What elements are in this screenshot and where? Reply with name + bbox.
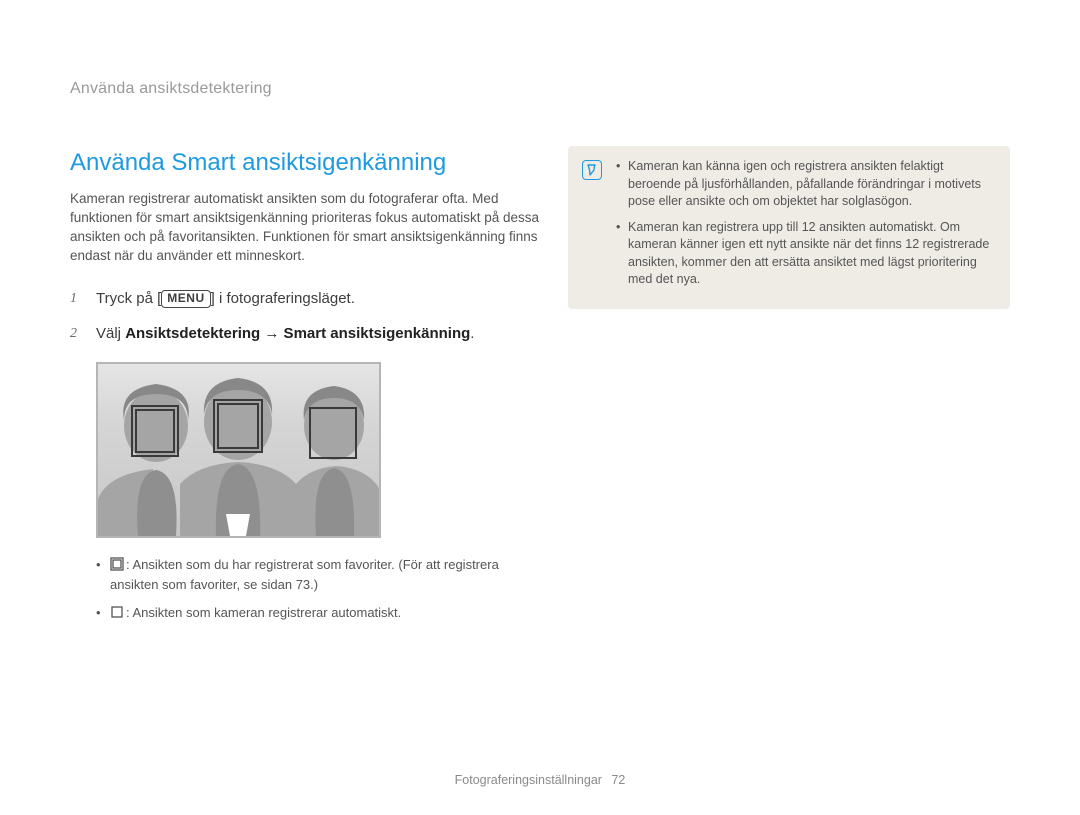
legend-item-favorite: : Ansikten som du har registrerat som fa…	[96, 556, 540, 594]
note-icon	[582, 160, 602, 180]
legend-item-auto-text: : Ansikten som kameran registrerar autom…	[126, 605, 401, 620]
footer: Fotograferingsinställningar 72	[0, 772, 1080, 790]
menu-button-label: MENU	[161, 290, 210, 308]
auto-frame-icon	[110, 605, 124, 624]
step-1-pre: Tryck på [	[96, 290, 161, 307]
note-item-1: Kameran kan känna igen och registrera an…	[616, 158, 994, 211]
step-1-post: ] i fotograferingsläget.	[211, 290, 355, 307]
illustration	[96, 362, 381, 538]
step-1: Tryck på [MENU] i fotograferingsläget.	[70, 288, 540, 309]
legend-list: : Ansikten som du har registrerat som fa…	[70, 556, 540, 625]
step-2-post: .	[470, 325, 474, 342]
left-column: Använda Smart ansiktsigenkänning Kameran…	[70, 146, 540, 634]
section-title: Använda Smart ansiktsigenkänning	[70, 146, 540, 180]
right-column: Kameran kan känna igen och registrera an…	[568, 146, 1010, 309]
legend-item-favorite-text: : Ansikten som du har registrerat som fa…	[110, 557, 499, 592]
page-number: 72	[611, 773, 625, 787]
illustration-svg	[98, 364, 379, 536]
intro-paragraph: Kameran registrerar automatiskt ansikten…	[70, 190, 540, 266]
step-2: Välj Ansiktsdetektering → Smart ansiktsi…	[70, 323, 540, 344]
content-columns: Använda Smart ansiktsigenkänning Kameran…	[70, 146, 1010, 634]
step-2-pre: Välj	[96, 325, 125, 342]
note-box: Kameran kan känna igen och registrera an…	[568, 146, 1010, 309]
step-2-bold: Ansiktsdetektering → Smart ansiktsigenkä…	[125, 325, 470, 342]
breadcrumb: Använda ansiktsdetektering	[70, 78, 1010, 100]
footer-label: Fotograferingsinställningar	[455, 773, 602, 787]
favorite-frame-icon	[110, 557, 124, 576]
legend-item-auto: : Ansikten som kameran registrerar autom…	[96, 604, 540, 624]
step-list: Tryck på [MENU] i fotograferingsläget. V…	[70, 288, 540, 344]
note-item-2: Kameran kan registrera upp till 12 ansik…	[616, 219, 994, 289]
page: Använda ansiktsdetektering Använda Smart…	[0, 0, 1080, 815]
